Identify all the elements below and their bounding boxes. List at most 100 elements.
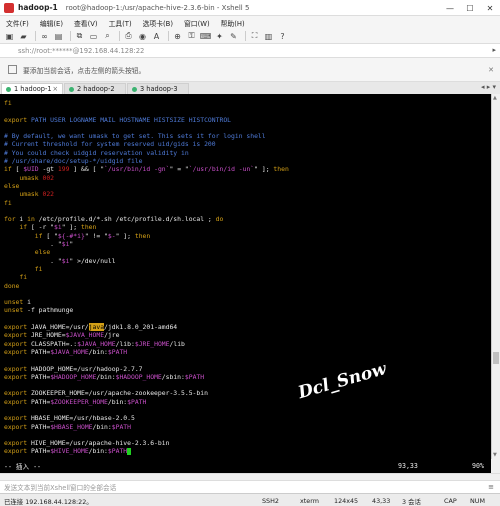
menu-view[interactable]: 查看(V) xyxy=(74,18,98,28)
scrollbar-thumb[interactable] xyxy=(493,352,499,364)
menu-help[interactable]: 帮助(H) xyxy=(221,18,245,28)
terminal-scrollbar[interactable]: ▲ ▼ xyxy=(491,94,500,459)
terminal-text: fi xyxy=(4,99,12,107)
scroll-down-icon[interactable]: ▼ xyxy=(493,452,497,458)
terminal-line: # By default, we want umask to get set. … xyxy=(4,132,491,140)
paste-icon[interactable]: ▭ xyxy=(88,31,99,41)
properties-icon[interactable]: ▤ xyxy=(53,31,64,41)
menu-tab[interactable]: 选项卡(B) xyxy=(143,18,173,28)
terminal-text: HIVE_HOME=/usr/apache-hive-2.3.6-bin xyxy=(27,439,170,448)
session-tab-bar: 1 hadoop-1 × 2 hadoop-2 3 hadoop-3 ◂ ▸ ▾ xyxy=(0,82,500,94)
compose-input[interactable]: 发送文本到当前Xshell窗口的全部会话 xyxy=(4,482,116,492)
terminal-output[interactable]: fi export PATH USER LOGNAME MAIL HOSTNAME… xyxy=(0,94,491,459)
terminal-text: $PATH xyxy=(107,447,128,456)
lock-icon[interactable]: ⚿ xyxy=(186,31,197,41)
terminal-line: umask 002 xyxy=(4,174,491,182)
new-session-icon[interactable]: ▣ xyxy=(4,31,15,41)
terminal-text: PATH= xyxy=(27,447,51,456)
terminal-text: export xyxy=(4,389,28,398)
terminal-text: /bin: xyxy=(96,372,116,381)
terminal-text: $UID xyxy=(23,165,39,174)
window-controls: — ☐ ✕ xyxy=(440,0,500,16)
find-icon[interactable]: ⌕ xyxy=(102,31,113,41)
terminal-text: export xyxy=(4,397,28,406)
bookmark-arrow-icon[interactable] xyxy=(8,65,17,74)
terminal-line: export HBASE_HOME=/usr/hbase-2.0.5 xyxy=(4,414,491,422)
terminal-text: 022 xyxy=(42,190,55,199)
terminal-line: export JAVA_HOME=/usr/java/jdk1.8.0_201-… xyxy=(4,323,491,332)
address-go-icon[interactable]: ▸ xyxy=(492,46,496,54)
terminal-line: export HIVE_HOME=/usr/apache-hive-2.3.6-… xyxy=(4,439,491,447)
globe-icon[interactable]: ⊕ xyxy=(172,31,183,41)
terminal-text: 002 xyxy=(42,173,55,182)
terminal-line: export HADOOP_HOME=/usr/hadoop-2.7.7 xyxy=(4,365,491,373)
terminal-line: export ZOOKEEPER_HOME=/usr/apache-zookee… xyxy=(4,389,491,397)
compose-menu-icon[interactable]: ≡ xyxy=(488,483,494,491)
toolbar-separator xyxy=(35,31,36,41)
vim-cursor-position: 93,33 xyxy=(398,462,418,470)
terminal-text: then xyxy=(80,223,97,232)
open-folder-icon[interactable]: ▰ xyxy=(18,31,29,41)
terminal-text: export xyxy=(4,331,28,340)
menu-tools[interactable]: 工具(T) xyxy=(109,18,132,28)
maximize-button[interactable]: ☐ xyxy=(460,0,480,16)
terminal-text: $HBASE_HOME xyxy=(50,422,93,431)
color-scheme-icon[interactable]: ◉ xyxy=(137,31,148,41)
terminal-text: /etc/profile.d/*.sh /etc/profile.d/sh.lo… xyxy=(34,215,216,224)
keyboard-icon[interactable]: ⌨ xyxy=(200,31,212,41)
fullscreen-icon[interactable]: ⛶ xyxy=(249,31,260,41)
terminal-line: . "$i" xyxy=(4,240,491,248)
terminal-text: export xyxy=(4,323,28,332)
tab-close-icon[interactable]: × xyxy=(52,85,58,93)
terminal-text: /jdk1.8.0_201-amd64 xyxy=(104,323,178,332)
tab-hadoop-2[interactable]: 2 hadoop-2 xyxy=(64,83,126,94)
link-icon[interactable]: ∞ xyxy=(39,31,50,41)
terminal-text: export xyxy=(4,414,28,423)
hint-close-icon[interactable]: ✕ xyxy=(488,66,494,74)
terminal-line: export CLASSPATH=.:$JAVA_HOME/lib:$JRE_H… xyxy=(4,340,491,348)
terminal-text: fi xyxy=(4,198,12,207)
terminal-line: fi xyxy=(4,265,491,273)
copy-icon[interactable]: ⧉ xyxy=(74,31,85,41)
terminal-text: /lib: xyxy=(115,339,135,348)
terminal-text: if xyxy=(4,165,12,174)
terminal-text: fi xyxy=(4,264,43,273)
menu-file[interactable]: 文件(F) xyxy=(6,18,29,28)
print-icon[interactable]: ⎙ xyxy=(123,31,134,41)
terminal-text: /lib xyxy=(169,339,185,348)
terminal-line: . "$i" >/dev/null xyxy=(4,257,491,265)
script-icon[interactable]: ✎ xyxy=(228,31,239,41)
address-bar[interactable]: ssh://root:******@192.168.44.128:22 ▸ xyxy=(0,44,500,58)
terminal-text: /jre xyxy=(104,331,120,340)
tab-status-icon xyxy=(6,86,11,92)
toolbar: ▣ ▰ ∞ ▤ ⧉ ▭ ⌕ ⎙ ◉ A ⊕ ⚿ ⌨ ✦ ✎ ⛶ ▥ ? xyxy=(0,29,500,44)
address-input[interactable]: ssh://root:******@192.168.44.128:22 xyxy=(18,47,144,55)
font-icon[interactable]: A xyxy=(151,31,162,41)
status-size: 124x45 xyxy=(334,497,359,505)
vim-mode: -- 插入 -- xyxy=(4,463,42,471)
help-icon[interactable]: ? xyxy=(277,31,288,41)
terminal-text: $HIVE_HOME xyxy=(50,447,89,456)
terminal-text: done xyxy=(4,281,20,290)
window-title: root@hadoop-1:/usr/apache-hive-2.3.6-bin… xyxy=(65,3,250,12)
terminal-text: " xyxy=(69,240,74,249)
minimize-button[interactable]: — xyxy=(440,0,460,16)
status-caps: CAP xyxy=(444,497,457,505)
terminal-line: export PATH=$JAVA_HOME/bin:$PATH xyxy=(4,348,491,356)
xftp-icon[interactable]: ✦ xyxy=(214,31,225,41)
terminal-text: umask xyxy=(4,173,43,182)
menu-window[interactable]: 窗口(W) xyxy=(184,18,210,28)
scroll-up-icon[interactable]: ▲ xyxy=(493,95,497,101)
tab-hadoop-3[interactable]: 3 hadoop-3 xyxy=(127,83,189,94)
layout-icon[interactable]: ▥ xyxy=(263,31,274,41)
horizontal-scrollbar[interactable] xyxy=(0,473,500,480)
terminal-line: export JRE_HOME=$JAVA_HOME/jre xyxy=(4,331,491,339)
terminal-text: umask xyxy=(4,190,43,199)
tab-nav-arrows-icon[interactable]: ◂ ▸ ▾ xyxy=(481,83,496,91)
tab-hadoop-1[interactable]: 1 hadoop-1 × xyxy=(1,83,63,94)
menu-edit[interactable]: 编辑(E) xyxy=(40,18,63,28)
close-button[interactable]: ✕ xyxy=(480,0,500,16)
tab-label: 1 hadoop-1 xyxy=(14,85,52,93)
